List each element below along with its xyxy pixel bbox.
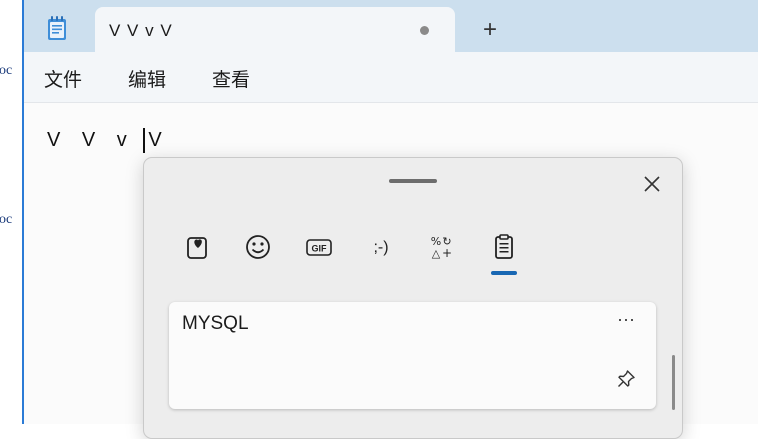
clipboard-item[interactable]: MYSQL ··· — [169, 302, 656, 409]
smiley-icon — [246, 235, 270, 259]
tab-gif[interactable]: GIF — [302, 230, 336, 264]
document-tab[interactable]: V V v V — [95, 7, 455, 52]
unsaved-indicator-icon[interactable] — [420, 26, 429, 35]
svg-text:△: △ — [432, 247, 441, 260]
selected-tab-indicator — [491, 271, 517, 275]
menu-file[interactable]: 文件 — [44, 65, 82, 92]
close-button[interactable] — [638, 170, 666, 198]
emoji-clipboard-panel: GIF ;-) % ↻ △ + MYSQL ··· — [143, 157, 683, 439]
text-caret — [143, 128, 145, 153]
clipboard-icon — [495, 234, 513, 259]
svg-text:;-): ;-) — [373, 239, 388, 256]
clipboard-item-text: MYSQL — [182, 313, 249, 334]
svg-text:GIF: GIF — [312, 244, 328, 254]
gif-icon: GIF — [306, 239, 332, 256]
menu-view[interactable]: 查看 — [212, 65, 250, 92]
heart-card-icon — [187, 237, 207, 259]
background-window-edge: oc oc — [0, 0, 24, 424]
pin-icon — [618, 370, 635, 387]
kaomoji-icon: ;-) — [373, 239, 388, 256]
drag-handle[interactable] — [389, 179, 437, 183]
svg-text:+: + — [442, 246, 452, 260]
symbols-icon: % ↻ △ + — [431, 235, 452, 260]
tab-favorites[interactable] — [181, 230, 215, 264]
background-text-fragment: oc — [0, 212, 13, 227]
tab-title: V V v V — [109, 21, 173, 40]
background-text-fragment: oc — [0, 63, 13, 78]
pin-button[interactable] — [615, 368, 637, 390]
editor-content: V V v V — [47, 129, 170, 151]
title-bar: V V v V + — [24, 0, 758, 52]
tab-symbols[interactable]: % ↻ △ + — [425, 230, 459, 264]
more-options-button[interactable]: ··· — [615, 310, 637, 332]
tab-clipboard[interactable] — [487, 230, 521, 264]
close-icon — [644, 176, 660, 192]
tab-kaomoji[interactable]: ;-) — [364, 230, 398, 264]
new-tab-button[interactable]: + — [472, 14, 508, 46]
tab-emoji[interactable] — [241, 230, 275, 264]
notepad-app-icon — [46, 15, 68, 41]
scrollbar-thumb[interactable] — [672, 355, 675, 410]
menu-edit[interactable]: 编辑 — [128, 65, 166, 92]
menu-bar: 文件 编辑 查看 — [24, 52, 758, 103]
